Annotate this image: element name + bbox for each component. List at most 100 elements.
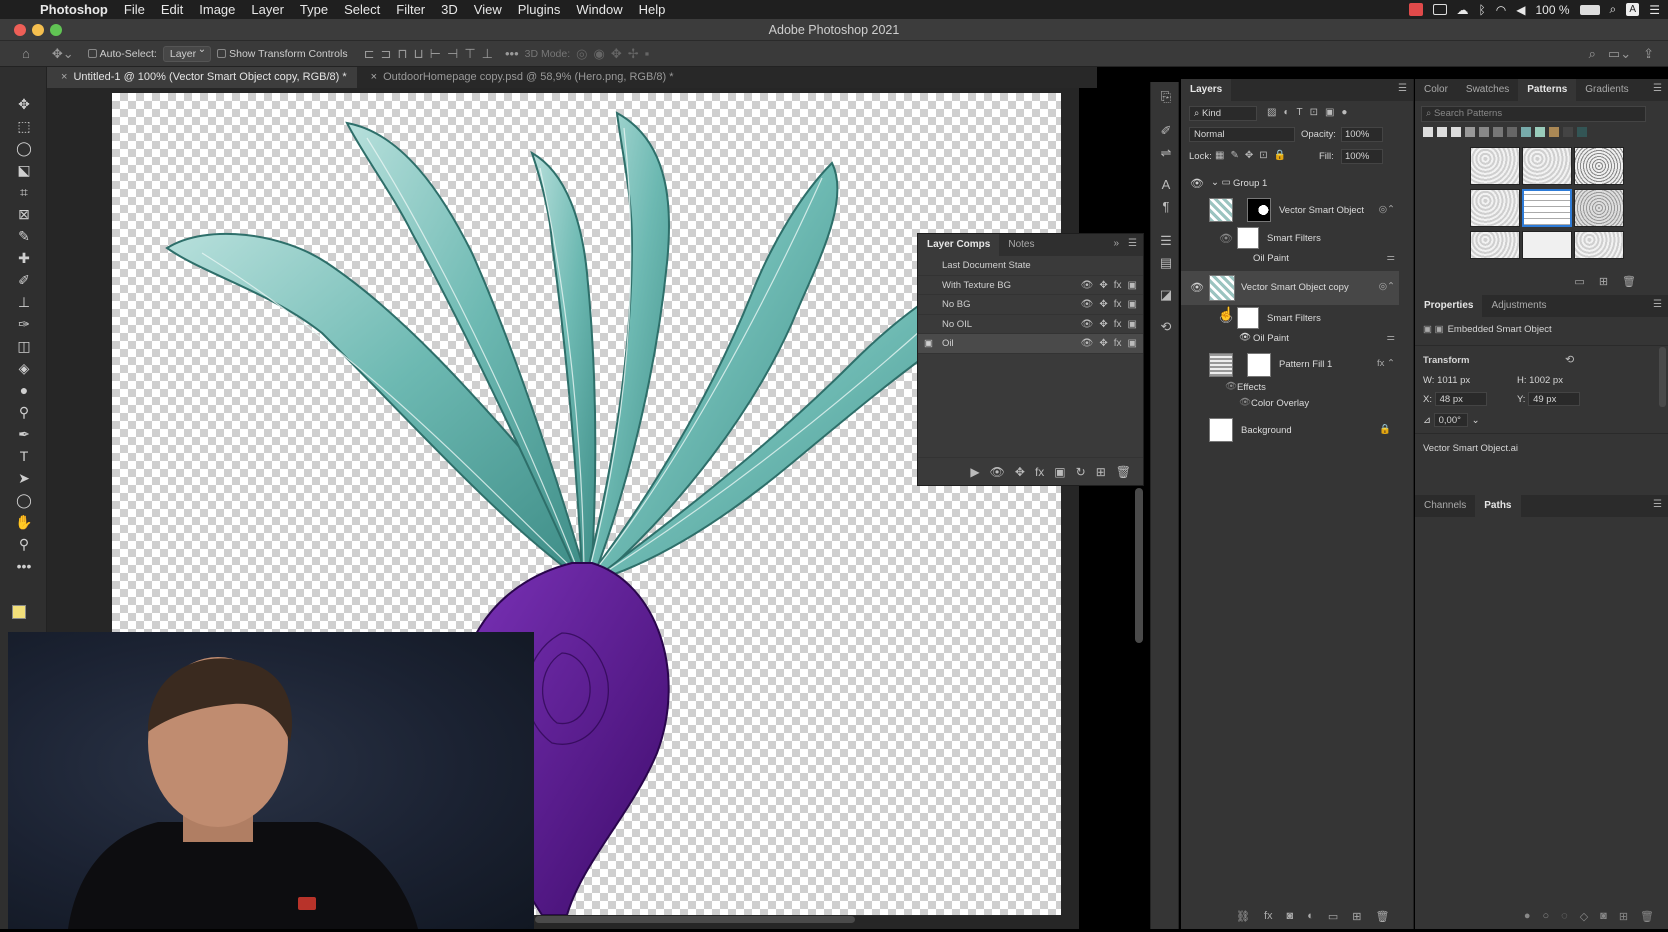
add-mask-icon[interactable]: ◙ xyxy=(1600,910,1607,923)
tab-notes[interactable]: Notes xyxy=(999,234,1043,256)
layer-row-background[interactable]: Background 🔒 xyxy=(1181,416,1399,446)
auto-select-checkbox[interactable]: Auto-Select: xyxy=(87,48,157,60)
menu-3d[interactable]: 3D xyxy=(433,2,466,17)
edit-toolbar-icon[interactable]: ••• xyxy=(13,557,35,575)
tab-channels[interactable]: Channels xyxy=(1415,495,1475,517)
history-states-icon[interactable]: ⎘ xyxy=(1157,88,1175,106)
menu-view[interactable]: View xyxy=(466,2,510,17)
new-pattern-icon[interactable]: ⊞ xyxy=(1599,275,1608,288)
oil-paint-row[interactable]: Oil Paint ⚌ xyxy=(1181,252,1399,266)
visibility-icon[interactable]: 👁 xyxy=(1081,295,1094,314)
delete-path-icon[interactable]: 🗑 xyxy=(1640,910,1654,923)
layer-comp-item[interactable]: No BG 👁 ✥ fx ▣ xyxy=(918,295,1143,315)
type-tool-icon[interactable]: T xyxy=(13,447,35,465)
control-center-icon[interactable]: ☰ xyxy=(1649,3,1660,17)
gradient-tool-icon[interactable]: ◈ xyxy=(13,359,35,377)
layer-comp-item-selected[interactable]: ▣ Oil 👁 ✥ fx ▣ xyxy=(918,334,1143,354)
share-icon[interactable]: ⇪ xyxy=(1643,46,1654,62)
position-icon[interactable]: ✥ xyxy=(1099,334,1107,353)
new-group-icon[interactable]: ▭ xyxy=(1328,910,1338,923)
panel-menu-icon[interactable]: ☰ xyxy=(1653,299,1662,310)
new-layer-icon[interactable]: ⊞ xyxy=(1352,910,1361,923)
menu-file[interactable]: File xyxy=(116,2,153,17)
frame-tool-icon[interactable]: ⊠ xyxy=(13,205,35,223)
recent-patterns-strip[interactable] xyxy=(1423,127,1587,137)
delete-icon[interactable]: 🗑 xyxy=(1116,465,1131,479)
path-select-tool-icon[interactable]: ➤ xyxy=(13,469,35,487)
update-icon[interactable]: ↻ xyxy=(1076,465,1086,479)
volume-icon[interactable]: ◀ xyxy=(1516,3,1525,17)
collapse-panel-icon[interactable]: » xyxy=(1113,238,1119,249)
layer-comp-item[interactable]: With Texture BG 👁 ✥ fx ▣ xyxy=(918,276,1143,295)
menu-select[interactable]: Select xyxy=(336,2,388,17)
search-patterns-input[interactable]: ⌕ Search Patterns xyxy=(1421,106,1646,122)
close-tab-icon[interactable]: × xyxy=(61,71,67,83)
visibility-eye-icon[interactable]: 👁 xyxy=(1190,177,1204,190)
home-icon[interactable]: ⌂ xyxy=(22,46,30,61)
fill-field[interactable]: 100% xyxy=(1341,149,1383,164)
panel-menu-icon[interactable]: ☰ xyxy=(1128,238,1137,249)
dodge-tool-icon[interactable]: ⚲ xyxy=(13,403,35,421)
x-position-field[interactable]: 48 px xyxy=(1434,392,1487,406)
tab-layers[interactable]: Layers xyxy=(1181,79,1232,101)
delete-pattern-icon[interactable]: 🗑 xyxy=(1622,275,1636,288)
properties-scrollbar[interactable] xyxy=(1659,347,1666,407)
shape-tool-icon[interactable]: ◯ xyxy=(13,491,35,509)
comps-icon[interactable]: ◪ xyxy=(1157,286,1175,304)
smart-object-icon[interactable]: ▣ xyxy=(1128,295,1137,314)
foreground-color-swatch[interactable] xyxy=(12,605,26,619)
notes-icon[interactable]: ▤ xyxy=(1157,254,1175,272)
apply-smart-object-icon[interactable]: ▣ xyxy=(1054,465,1065,479)
fx-icon[interactable]: fx xyxy=(1114,276,1122,295)
menu-layer[interactable]: Layer xyxy=(243,2,292,17)
tab-patterns[interactable]: Patterns xyxy=(1518,79,1577,101)
effects-row[interactable]: 👁 Effects xyxy=(1181,381,1399,395)
brush-settings-icon[interactable]: ✐ xyxy=(1157,122,1175,140)
opacity-field[interactable]: 100% xyxy=(1341,127,1383,142)
visibility-eye-icon[interactable]: 👁 xyxy=(1190,281,1204,294)
filter-kind-dropdown[interactable]: ⌕ Kind xyxy=(1189,106,1257,121)
scroll-handle[interactable] xyxy=(1415,249,1426,263)
more-options-icon[interactable]: ••• xyxy=(505,46,519,61)
menu-plugins[interactable]: Plugins xyxy=(510,2,569,17)
height-value[interactable]: 1002 px xyxy=(1529,375,1563,386)
menu-help[interactable]: Help xyxy=(631,2,674,17)
crop-tool-icon[interactable]: ⌗ xyxy=(13,183,35,201)
layer-row-selected[interactable]: 👁 Vector Smart Object copy ◎⌃ xyxy=(1181,271,1399,305)
make-work-path-icon[interactable]: ◇ xyxy=(1580,910,1588,923)
position-icon[interactable]: ✥ xyxy=(1099,276,1107,295)
horizontal-scrollbar[interactable] xyxy=(535,916,855,923)
pen-tool-icon[interactable]: ✒ xyxy=(13,425,35,443)
visibility-eye-icon[interactable]: 👁 xyxy=(1219,232,1233,245)
menu-edit[interactable]: Edit xyxy=(153,2,191,17)
panel-menu-icon[interactable]: ☰ xyxy=(1398,83,1407,94)
load-selection-icon[interactable]: ◌ xyxy=(1561,910,1568,923)
tab-color[interactable]: Color xyxy=(1415,79,1457,101)
pattern-swatch[interactable] xyxy=(1522,147,1572,185)
pattern-swatch[interactable] xyxy=(1470,189,1520,227)
fx-icon[interactable]: fx xyxy=(1114,295,1122,314)
vertical-scrollbar[interactable] xyxy=(1135,488,1143,643)
object-select-tool-icon[interactable]: ⬕ xyxy=(13,161,35,179)
display-icon[interactable] xyxy=(1432,4,1447,15)
adjust-icon[interactable]: ⇌ xyxy=(1157,144,1175,162)
add-mask-icon[interactable]: ◙ xyxy=(1287,910,1294,923)
zoom-tool-icon[interactable]: ⚲ xyxy=(13,535,35,553)
visibility-icon[interactable]: 👁 xyxy=(1081,276,1094,295)
eraser-tool-icon[interactable]: ◫ xyxy=(13,337,35,355)
history-brush-tool-icon[interactable]: ✑ xyxy=(13,315,35,333)
link-layers-icon[interactable]: ⛓ xyxy=(1236,910,1250,923)
pattern-swatch[interactable] xyxy=(1470,231,1520,259)
smart-object-icon[interactable]: ▣ xyxy=(1128,334,1137,353)
spotlight-icon[interactable]: ⌕ xyxy=(1610,2,1617,17)
healing-tool-icon[interactable]: ✚ xyxy=(13,249,35,267)
new-pattern-group-icon[interactable]: ▭ xyxy=(1574,275,1584,288)
transform-controls-checkbox[interactable]: Show Transform Controls xyxy=(217,48,348,60)
pattern-swatch[interactable] xyxy=(1574,147,1624,185)
menu-type[interactable]: Type xyxy=(292,2,336,17)
angle-field[interactable]: 0,00° xyxy=(1433,413,1468,427)
battery-icon[interactable] xyxy=(1579,4,1600,15)
fill-path-icon[interactable]: ● xyxy=(1524,910,1531,923)
align-icons[interactable]: ⊏⊐⊓⊔⊢⊣⊤⊥ xyxy=(364,46,499,62)
tab-outdoor-homepage[interactable]: × OutdoorHomepage copy.psd @ 58,9% (Hero.… xyxy=(357,67,684,88)
